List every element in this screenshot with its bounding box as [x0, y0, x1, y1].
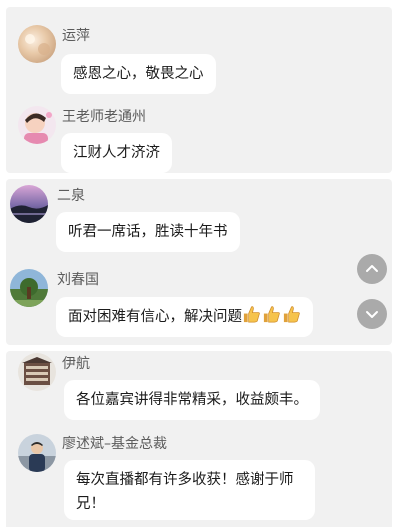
sender-name: 运萍 [62, 28, 90, 44]
avatar[interactable] [10, 185, 48, 223]
chat-panel-1: 运萍 感恩之心，敬畏之心 王老师老通州 江财人才济济 [6, 7, 392, 173]
scroll-down-button[interactable] [357, 299, 387, 329]
chat-panel-2: 二泉 听君一席话，胜读十年书 刘春国 面对困难有信心，解决问题 [6, 179, 392, 345]
thumbs-up-emoji-group [242, 305, 301, 324]
thumbs-up-icon [263, 306, 280, 323]
message-bubble: 听君一席话，胜读十年书 [56, 212, 240, 252]
avatar[interactable] [18, 353, 56, 391]
chevron-up-icon [366, 265, 378, 272]
thumbs-up-icon [283, 306, 300, 323]
chat-panel-3: 伊航 各位嘉宾讲得非常精采，收益颇丰。 廖述斌–基金总裁 每次直播都有许多收获！… [6, 351, 392, 527]
avatar[interactable] [10, 269, 48, 307]
sender-name: 廖述斌–基金总裁 [62, 436, 167, 452]
message-bubble: 感恩之心，敬畏之心 [61, 54, 216, 94]
avatar[interactable] [18, 106, 56, 144]
message-bubble: 江财人才济济 [61, 133, 172, 173]
avatar[interactable] [18, 434, 56, 472]
message-bubble: 各位嘉宾讲得非常精采，收益颇丰。 [64, 380, 320, 420]
message-bubble: 面对困难有信心，解决问题 [56, 297, 313, 337]
sender-name: 二泉 [57, 188, 85, 204]
sender-name: 伊航 [62, 356, 90, 372]
message-text: 面对困难有信心，解决问题 [68, 309, 242, 325]
sender-name: 王老师老通州 [62, 109, 146, 125]
avatar[interactable] [18, 25, 56, 63]
sender-name: 刘春国 [57, 272, 99, 288]
thumbs-up-icon [243, 306, 260, 323]
scroll-up-button[interactable] [357, 254, 387, 284]
message-bubble: 每次直播都有许多收获！感谢于师兄！ [64, 460, 315, 520]
chevron-down-icon [366, 311, 378, 318]
